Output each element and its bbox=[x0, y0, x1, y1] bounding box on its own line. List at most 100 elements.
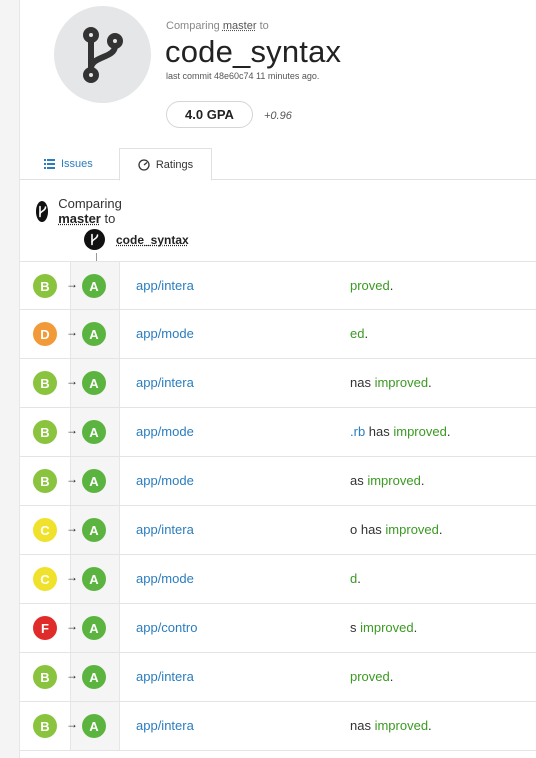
arrow-icon: → bbox=[66, 423, 78, 437]
base-branch-icon bbox=[36, 200, 49, 222]
file-path-link[interactable]: app/intera bbox=[136, 718, 204, 733]
status-improved: improved bbox=[393, 424, 447, 439]
gpa-delta: +0.96 bbox=[264, 110, 292, 122]
arrow-icon: → bbox=[66, 570, 78, 584]
file-path-link[interactable]: app/mode bbox=[136, 424, 204, 439]
rating-row: B → Aapp/mode .rb has improved. bbox=[20, 408, 536, 457]
status-text: o has improved. bbox=[350, 522, 536, 537]
status-end: . bbox=[389, 278, 394, 293]
file-path-link[interactable]: app/intera bbox=[136, 669, 204, 684]
rating-row: C → Aapp/intera o has improved. bbox=[20, 506, 536, 555]
file-path-link[interactable]: app/intera bbox=[136, 278, 204, 293]
rating-row: B → Aapp/intera nas improved. bbox=[20, 702, 536, 751]
status-file-link[interactable]: .rb bbox=[350, 424, 365, 439]
arrow-icon: → bbox=[66, 619, 78, 633]
tab-bar: Issues Ratings bbox=[20, 148, 536, 181]
status-text: proved. bbox=[350, 278, 536, 293]
grade-from-badge: B bbox=[33, 371, 57, 395]
status-end: . bbox=[428, 375, 432, 390]
file-path-link[interactable]: app/mode bbox=[136, 571, 204, 586]
grade-to-badge: A bbox=[82, 665, 106, 689]
tab-ratings[interactable]: Ratings bbox=[119, 148, 212, 181]
arrow-icon: → bbox=[66, 325, 78, 339]
grade-from-badge: B bbox=[33, 665, 57, 689]
status-end: . bbox=[438, 522, 443, 537]
status-text: proved. bbox=[350, 669, 536, 684]
file-path-link[interactable]: app/intera bbox=[136, 522, 204, 537]
status-end: . bbox=[420, 473, 425, 488]
compare-head-link[interactable]: code_syntax bbox=[116, 233, 189, 247]
file-path-link[interactable]: app/mode bbox=[136, 326, 204, 341]
grade-from-badge: B bbox=[33, 274, 57, 298]
tab-issues[interactable]: Issues bbox=[44, 148, 93, 180]
arrow-icon: → bbox=[66, 521, 78, 535]
compare-base-link[interactable]: master bbox=[58, 211, 101, 226]
status-pre: s bbox=[350, 620, 361, 635]
compare-prefix: Comparing bbox=[58, 196, 122, 211]
arrow-icon: → bbox=[66, 668, 78, 682]
grade-from-badge: C bbox=[33, 567, 57, 591]
grade-from-badge: B bbox=[33, 714, 57, 738]
rating-row: B → Aapp/intera nas improved. bbox=[20, 359, 536, 408]
file-path-link[interactable]: app/mode bbox=[136, 473, 204, 488]
rating-list: B → Aapp/intera proved. D → Aapp/mode ed. B → Aapp… bbox=[20, 261, 536, 751]
status-text: .rb has improved. bbox=[350, 424, 536, 439]
status-pre: nas bbox=[350, 375, 375, 390]
git-branch-icon bbox=[82, 26, 123, 83]
grade-from-badge: C bbox=[33, 518, 57, 542]
last-commit-info: last commit 48e60c74 11 minutes ago. bbox=[166, 71, 320, 81]
status-pre: as bbox=[350, 473, 368, 488]
compare-base-row: Comparing master to bbox=[36, 196, 131, 226]
status-end: . bbox=[364, 326, 369, 341]
grade-from-badge: B bbox=[33, 469, 57, 493]
rating-row: B → Aapp/intera proved. bbox=[20, 261, 536, 310]
status-end: . bbox=[446, 424, 451, 439]
status-end: . bbox=[389, 669, 394, 684]
status-text: nas improved. bbox=[350, 375, 536, 390]
comparing-suffix: to bbox=[259, 20, 269, 32]
status-improved: improved bbox=[360, 620, 414, 635]
grade-to-badge: A bbox=[82, 616, 106, 640]
grade-to-badge: A bbox=[82, 274, 106, 298]
status-pre: nas bbox=[350, 718, 375, 733]
status-end: . bbox=[357, 571, 361, 586]
status-improved: proved bbox=[350, 669, 390, 684]
rating-row: B → Aapp/intera proved. bbox=[20, 653, 536, 702]
grade-from-badge: B bbox=[33, 420, 57, 444]
status-mid: o has bbox=[350, 522, 386, 537]
gpa-badge: 4.0 GPA bbox=[166, 101, 253, 128]
arrow-icon: → bbox=[66, 472, 78, 486]
repo-title: code_syntax bbox=[165, 34, 342, 69]
base-branch-link[interactable]: master bbox=[223, 20, 257, 32]
rating-row: C → Aapp/mode d. bbox=[20, 555, 536, 604]
grade-to-badge: A bbox=[82, 322, 106, 346]
left-gutter bbox=[0, 0, 20, 758]
status-text: d. bbox=[350, 571, 536, 586]
rating-row: F → Aapp/contro s improved. bbox=[20, 604, 536, 653]
file-path-link[interactable]: app/intera bbox=[136, 375, 204, 390]
comparing-prefix: Comparing bbox=[166, 20, 220, 32]
head-branch-icon bbox=[84, 229, 105, 250]
grade-to-badge: A bbox=[82, 469, 106, 493]
arrow-icon: → bbox=[66, 374, 78, 388]
tab-issues-label: Issues bbox=[61, 158, 93, 170]
tab-ratings-label: Ratings bbox=[155, 158, 194, 171]
grade-to-badge: A bbox=[82, 371, 106, 395]
gauge-icon bbox=[138, 158, 150, 171]
compare-head-row: code_syntax bbox=[84, 229, 189, 250]
status-improved: improved bbox=[374, 718, 429, 733]
file-path-link[interactable]: app/contro bbox=[136, 620, 204, 635]
grade-to-badge: A bbox=[82, 567, 106, 591]
grade-to-badge: A bbox=[82, 518, 106, 542]
grade-to-badge: A bbox=[82, 714, 106, 738]
compare-suffix: to bbox=[104, 211, 116, 226]
status-improved: improved bbox=[367, 473, 421, 488]
status-text: s improved. bbox=[350, 620, 536, 635]
status-mid: has bbox=[365, 424, 394, 439]
status-improved: improved bbox=[374, 375, 429, 390]
arrow-icon: → bbox=[66, 277, 78, 291]
repo-avatar bbox=[54, 6, 151, 103]
grade-to-badge: A bbox=[82, 420, 106, 444]
comparing-line: Comparing master to bbox=[166, 20, 269, 32]
status-improved: ed bbox=[350, 326, 365, 341]
